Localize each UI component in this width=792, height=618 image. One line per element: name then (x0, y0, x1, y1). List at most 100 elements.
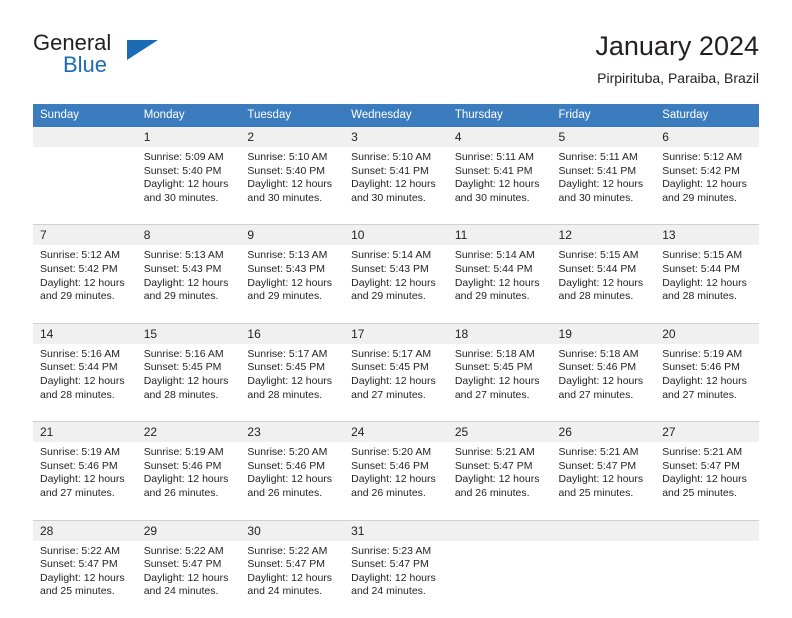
daylight-text-line1: Daylight: 12 hours (454, 374, 540, 387)
day-number-cell[interactable]: 6 (655, 127, 759, 147)
day-number-cell[interactable]: 1 (136, 127, 241, 147)
day-number-cell[interactable]: 12 (551, 224, 656, 246)
day-number-cell[interactable]: 25 (447, 421, 552, 443)
day-number-cell[interactable]: 19 (551, 323, 656, 344)
sunset-text: Sunset: 5:44 PM (558, 262, 637, 275)
sunrise-text: Sunrise: 5:21 AM (454, 446, 535, 459)
sunrise-text: Sunrise: 5:15 AM (662, 249, 743, 262)
day-number-cell[interactable]: 17 (344, 323, 448, 344)
sunrise-text: Sunrise: 5:22 AM (143, 544, 224, 557)
day-number-cell[interactable]: 9 (240, 224, 345, 246)
daylight-text-line1: Daylight: 12 hours (351, 276, 436, 289)
week-4-detail-row: Sunrise: 5:19 AM Sunset: 5:46 PM Dayligh… (33, 442, 759, 511)
day-number-cell[interactable]: 5 (551, 127, 656, 147)
day-number-cell[interactable]: 18 (447, 323, 552, 344)
daylight-text-line1: Daylight: 12 hours (454, 473, 540, 486)
sunrise-text: Sunrise: 5:16 AM (143, 347, 224, 360)
daylight-text-line1: Daylight: 12 hours (143, 571, 229, 584)
sunset-text: Sunset: 5:47 PM (454, 459, 533, 472)
daylight-text-line2: and 26 minutes. (351, 486, 426, 499)
daylight-text-line2: and 29 minutes. (143, 290, 219, 303)
sunrise-text: Sunrise: 5:16 AM (40, 347, 120, 360)
week-3-detail-row: Sunrise: 5:16 AM Sunset: 5:44 PM Dayligh… (33, 343, 759, 413)
title-block: January 2024 Pirpirituba, Paraiba, Brazi… (595, 30, 759, 88)
day-number-cell[interactable]: 4 (447, 127, 552, 147)
day-detail-cell: Sunrise: 5:11 AM Sunset: 5:41 PM Dayligh… (447, 147, 552, 216)
daylight-text-line2: and 26 minutes. (143, 486, 219, 499)
day-number-cell[interactable]: 7 (33, 224, 137, 246)
daylight-text-line2: and 28 minutes. (247, 388, 323, 401)
general-blue-logo[interactable]: General Blue (33, 30, 233, 90)
day-detail-cell: Sunrise: 5:11 AM Sunset: 5:41 PM Dayligh… (551, 147, 656, 216)
day-detail-cell: Sunrise: 5:18 AM Sunset: 5:45 PM Dayligh… (447, 343, 552, 413)
day-number-cell[interactable]: 11 (447, 224, 552, 246)
day-number-cell[interactable]: 23 (240, 421, 345, 443)
day-number-cell[interactable]: 8 (136, 224, 241, 246)
day-number-cell[interactable]: 10 (344, 224, 448, 246)
logo-text-blue: Blue (63, 52, 108, 77)
daylight-text-line1: Daylight: 12 hours (143, 276, 229, 289)
sunset-text: Sunset: 5:46 PM (662, 361, 740, 374)
week-separator-line (33, 510, 759, 521)
daylight-text-line1: Daylight: 12 hours (143, 374, 229, 387)
sunset-text: Sunset: 5:46 PM (143, 459, 222, 472)
day-number-cell[interactable]: 13 (655, 224, 759, 246)
day-number-cell[interactable]: 20 (655, 323, 759, 344)
week-separator-line (33, 215, 759, 226)
daylight-text-line1: Daylight: 12 hours (351, 473, 436, 486)
day-number-cell[interactable]: 2 (240, 127, 345, 147)
day-number-cell[interactable]: 14 (33, 323, 137, 344)
day-number-cell[interactable]: 16 (240, 323, 345, 344)
weekday-header-thursday: Thursday (447, 104, 552, 127)
daylight-text-line2: and 29 minutes. (247, 290, 323, 303)
daylight-text-line1: Daylight: 12 hours (454, 276, 540, 289)
daylight-text-line2: and 28 minutes. (143, 388, 219, 401)
day-number-cell[interactable]: 3 (344, 127, 448, 147)
week-separator-line (33, 412, 759, 423)
daylight-text-line2: and 24 minutes. (143, 585, 219, 598)
sunset-text: Sunset: 5:46 PM (247, 459, 326, 472)
day-number-cell[interactable]: 24 (344, 421, 448, 443)
day-detail-cell: Sunrise: 5:23 AM Sunset: 5:47 PM Dayligh… (344, 540, 448, 609)
sunrise-text: Sunrise: 5:12 AM (662, 151, 743, 163)
day-detail-cell: Sunrise: 5:21 AM Sunset: 5:47 PM Dayligh… (551, 442, 656, 511)
day-detail-cell: Sunrise: 5:22 AM Sunset: 5:47 PM Dayligh… (136, 540, 241, 609)
day-number-cell[interactable]: 21 (33, 421, 137, 443)
sunrise-text: Sunrise: 5:20 AM (351, 446, 432, 459)
sunrise-text: Sunrise: 5:17 AM (351, 347, 432, 360)
daylight-text-line1: Daylight: 12 hours (143, 473, 229, 486)
sunset-text: Sunset: 5:44 PM (662, 262, 740, 275)
week-separator (33, 215, 759, 226)
day-number-cell[interactable]: 15 (136, 323, 241, 344)
day-detail-cell-empty (655, 540, 759, 609)
daylight-text-line2: and 28 minutes. (558, 290, 634, 303)
sunrise-text: Sunrise: 5:10 AM (351, 151, 432, 163)
sunset-text: Sunset: 5:43 PM (351, 262, 429, 275)
day-number-cell[interactable]: 28 (33, 520, 137, 541)
day-detail-cell: Sunrise: 5:13 AM Sunset: 5:43 PM Dayligh… (240, 245, 345, 314)
sunrise-text: Sunrise: 5:19 AM (143, 446, 224, 459)
day-number-cell[interactable]: 29 (136, 520, 241, 541)
daylight-text-line1: Daylight: 12 hours (247, 178, 333, 191)
sunset-text: Sunset: 5:41 PM (558, 164, 637, 177)
day-number-cell[interactable]: 22 (136, 421, 241, 443)
week-2-daynum-row: 7 8 9 10 11 12 13 (33, 224, 759, 246)
sunset-text: Sunset: 5:47 PM (40, 558, 118, 571)
day-number-cell[interactable]: 27 (655, 421, 759, 443)
blue-triangle-icon (127, 40, 158, 60)
day-number-cell[interactable]: 30 (240, 520, 345, 541)
sunrise-text: Sunrise: 5:13 AM (143, 249, 224, 262)
day-number-cell (447, 520, 552, 541)
day-number-cell[interactable]: 31 (344, 520, 448, 541)
weekday-header-sunday: Sunday (33, 104, 137, 127)
day-detail-cell: Sunrise: 5:22 AM Sunset: 5:47 PM Dayligh… (33, 540, 137, 609)
day-number-cell[interactable]: 26 (551, 421, 656, 443)
page-subtitle-location: Pirpirituba, Paraiba, Brazil (597, 70, 759, 86)
sunset-text: Sunset: 5:44 PM (454, 262, 533, 275)
daylight-text-line2: and 29 minutes. (351, 290, 426, 303)
day-detail-cell: Sunrise: 5:14 AM Sunset: 5:43 PM Dayligh… (344, 245, 448, 314)
daylight-text-line1: Daylight: 12 hours (558, 178, 644, 191)
daylight-text-line2: and 27 minutes. (454, 388, 530, 401)
week-separator-line (33, 608, 759, 618)
daylight-text-line1: Daylight: 12 hours (351, 178, 436, 191)
